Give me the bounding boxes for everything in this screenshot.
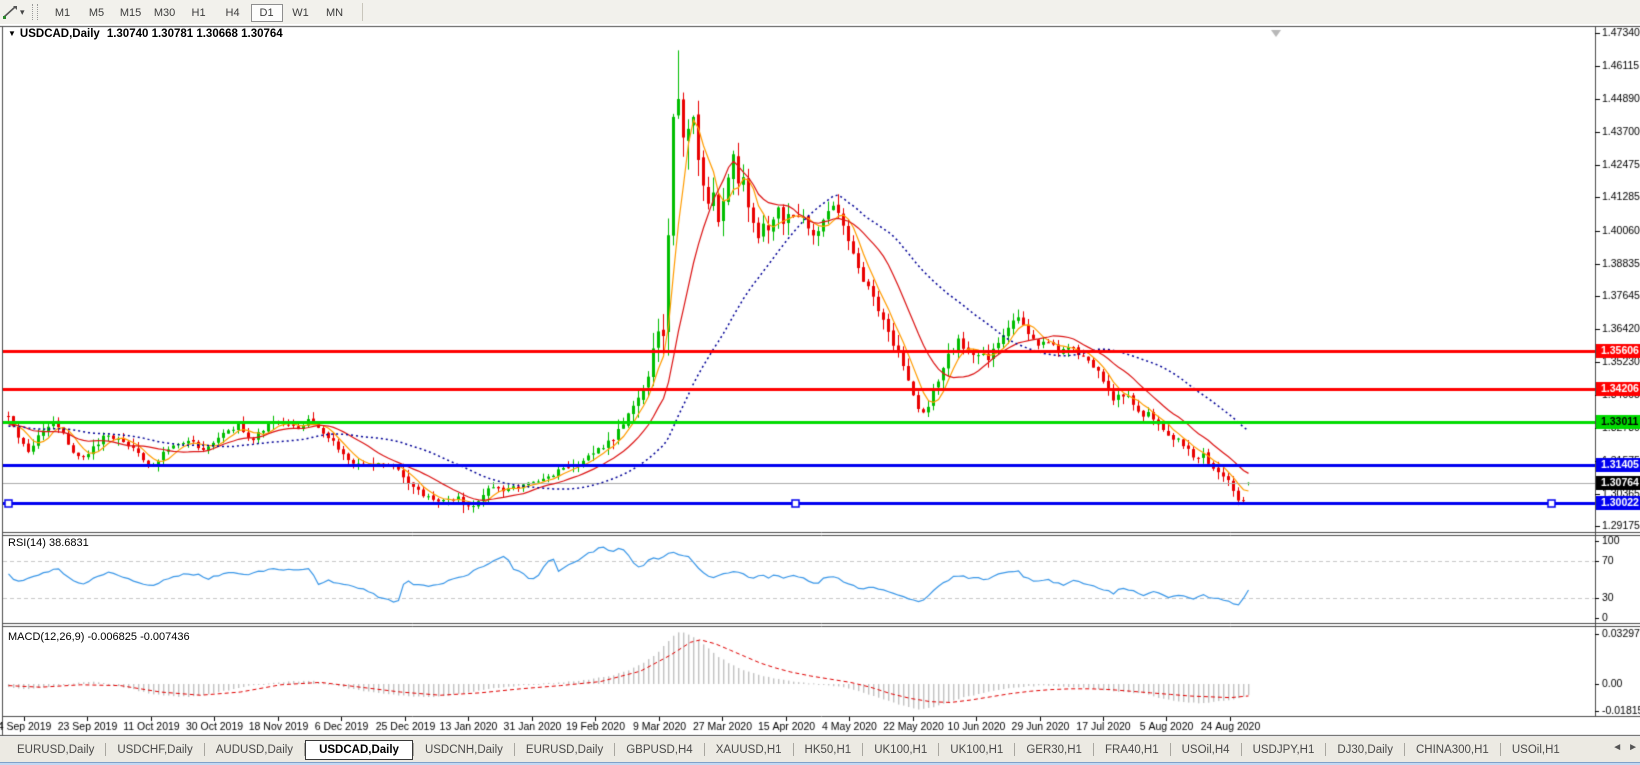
chart-canvas[interactable] xyxy=(0,24,1640,737)
toolbar-separator xyxy=(361,3,363,21)
chart-tab-uk100-h1[interactable]: UK100,H1 xyxy=(939,741,1014,759)
chart-tab-china300-h1[interactable]: CHINA300,H1 xyxy=(1405,741,1500,759)
chart-tab-eurusd-daily[interactable]: EURUSD,Daily xyxy=(515,741,614,759)
chart-title-symbol: USDCAD,Daily xyxy=(19,28,100,40)
tool-dropdown-caret-icon[interactable]: ▾ xyxy=(20,7,25,18)
chart-tab-hk50-h1[interactable]: HK50,H1 xyxy=(794,741,863,759)
chart-tab-fra40-h1[interactable]: FRA40,H1 xyxy=(1094,741,1170,759)
chart-tabs-bar: EURUSD,Daily USDCHF,Daily AUDUSD,Daily USDC… xyxy=(0,737,1640,762)
timeframe-button-m5[interactable]: M5 xyxy=(81,4,113,22)
chart-tab-gbpusd-h4[interactable]: GBPUSD,H4 xyxy=(615,741,703,759)
chart-tab-xauusd-h1[interactable]: XAUUSD,H1 xyxy=(705,741,793,759)
chart-tab-usoil-h4[interactable]: USOil,H4 xyxy=(1171,741,1241,759)
timeframe-button-m30[interactable]: M30 xyxy=(149,4,181,22)
chart-tab-audusd-daily[interactable]: AUDUSD,Daily xyxy=(205,741,304,759)
chart-tab-eurusd-daily[interactable]: EURUSD,Daily xyxy=(6,741,105,759)
chart-tab-dj30-daily[interactable]: DJ30,Daily xyxy=(1326,741,1404,759)
chart-tab-usdcnh-daily[interactable]: USDCNH,Daily xyxy=(414,741,514,759)
timeframe-button-m15[interactable]: M15 xyxy=(115,4,147,22)
chart-tab-uk100-h1[interactable]: UK100,H1 xyxy=(863,741,938,759)
collapse-icon[interactable]: ▼ xyxy=(8,29,16,38)
timeframe-button-w1[interactable]: W1 xyxy=(285,4,317,22)
chart-tab-usoil-h1[interactable]: USOil,H1 xyxy=(1501,741,1571,759)
tabs-scroll-left-button[interactable]: ◄ xyxy=(1612,742,1622,753)
chart-window: ▼ USDCAD,Daily 1.30740 1.30781 1.30668 1.3… xyxy=(0,24,1640,737)
chart-tab-usdchf-daily[interactable]: USDCHF,Daily xyxy=(106,741,203,759)
toolbar-grip[interactable] xyxy=(31,4,38,20)
tabs-scroll-right-button[interactable]: ► xyxy=(1628,742,1638,753)
timeframe-button-h4[interactable]: H4 xyxy=(217,4,249,22)
timeframe-button-d1[interactable]: D1 xyxy=(250,3,283,22)
top-toolbar: ▾ M1 M5 M15 M30 H1 H4 D1 W1 MN xyxy=(0,0,1640,24)
chart-title-ohlc: 1.30740 1.30781 1.30668 1.30764 xyxy=(106,28,283,40)
timeframe-button-group: M1 M5 M15 M30 H1 H4 D1 W1 MN xyxy=(46,3,352,22)
chart-tab-ger30-h1[interactable]: GER30,H1 xyxy=(1015,741,1093,759)
timeframe-button-mn[interactable]: MN xyxy=(319,4,351,22)
tabs-scroll-arrows: ◄ ► xyxy=(1612,742,1638,753)
macd-indicator-label: MACD(12,26,9) -0.006825 -0.007436 xyxy=(8,631,190,643)
chart-tab-usdjpy-h1[interactable]: USDJPY,H1 xyxy=(1242,741,1326,759)
chart-title: ▼ USDCAD,Daily 1.30740 1.30781 1.30668 1.3… xyxy=(8,28,283,40)
rsi-indicator-label: RSI(14) 38.6831 xyxy=(8,537,89,549)
timeframe-button-m1[interactable]: M1 xyxy=(47,4,79,22)
line-tool-icon[interactable] xyxy=(1,3,19,21)
chart-tab-usdcad-daily[interactable]: USDCAD,Daily xyxy=(305,739,413,760)
timeframe-button-h1[interactable]: H1 xyxy=(183,4,215,22)
